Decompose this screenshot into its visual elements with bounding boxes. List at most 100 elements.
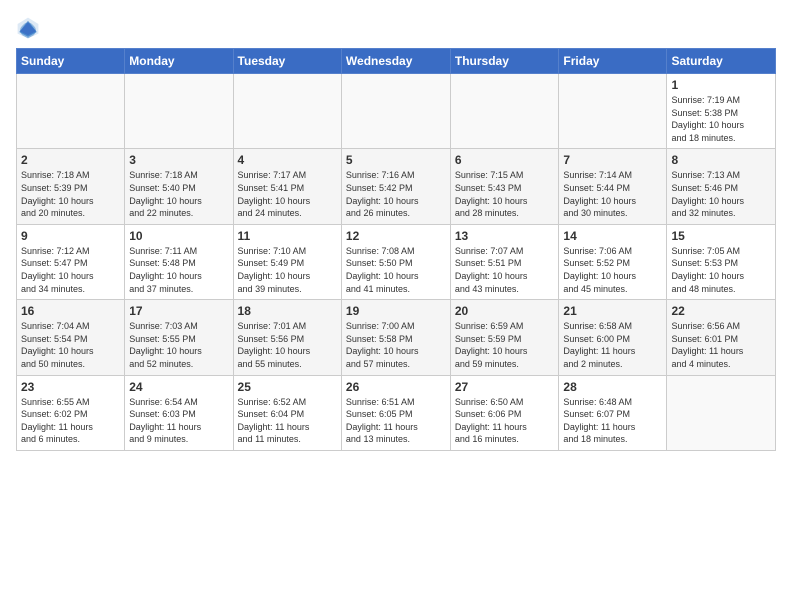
calendar-week-2: 2 Sunrise: 7:18 AM Sunset: 5:39 PM Daylig… xyxy=(17,149,776,224)
day-number: 6 xyxy=(455,153,555,167)
weekday-header-monday: Monday xyxy=(125,49,233,74)
calendar-cell: 10 Sunrise: 7:11 AM Sunset: 5:48 PM Dayli… xyxy=(125,224,233,299)
calendar-cell xyxy=(450,74,559,149)
calendar-week-1: 1 Sunrise: 7:19 AM Sunset: 5:38 PM Daylig… xyxy=(17,74,776,149)
day-info: Sunrise: 7:08 AM Sunset: 5:50 PM Dayligh… xyxy=(346,245,446,295)
calendar-cell: 14 Sunrise: 7:06 AM Sunset: 5:52 PM Dayli… xyxy=(559,224,667,299)
calendar-cell xyxy=(233,74,341,149)
calendar-cell: 5 Sunrise: 7:16 AM Sunset: 5:42 PM Daylig… xyxy=(341,149,450,224)
day-number: 19 xyxy=(346,304,446,318)
day-number: 8 xyxy=(671,153,771,167)
day-number: 28 xyxy=(563,380,662,394)
day-info: Sunrise: 7:13 AM Sunset: 5:46 PM Dayligh… xyxy=(671,169,771,219)
day-info: Sunrise: 6:55 AM Sunset: 6:02 PM Dayligh… xyxy=(21,396,120,446)
calendar-cell: 21 Sunrise: 6:58 AM Sunset: 6:00 PM Dayli… xyxy=(559,300,667,375)
weekday-header-wednesday: Wednesday xyxy=(341,49,450,74)
day-number: 1 xyxy=(671,78,771,92)
calendar-cell: 20 Sunrise: 6:59 AM Sunset: 5:59 PM Dayli… xyxy=(450,300,559,375)
day-info: Sunrise: 7:16 AM Sunset: 5:42 PM Dayligh… xyxy=(346,169,446,219)
day-info: Sunrise: 7:05 AM Sunset: 5:53 PM Dayligh… xyxy=(671,245,771,295)
logo-icon xyxy=(16,16,40,40)
day-info: Sunrise: 6:56 AM Sunset: 6:01 PM Dayligh… xyxy=(671,320,771,370)
day-info: Sunrise: 7:18 AM Sunset: 5:39 PM Dayligh… xyxy=(21,169,120,219)
calendar-cell: 22 Sunrise: 6:56 AM Sunset: 6:01 PM Dayli… xyxy=(667,300,776,375)
day-info: Sunrise: 6:54 AM Sunset: 6:03 PM Dayligh… xyxy=(129,396,228,446)
day-info: Sunrise: 7:07 AM Sunset: 5:51 PM Dayligh… xyxy=(455,245,555,295)
calendar-cell xyxy=(17,74,125,149)
day-number: 26 xyxy=(346,380,446,394)
page-header xyxy=(16,16,776,40)
day-number: 24 xyxy=(129,380,228,394)
day-info: Sunrise: 7:14 AM Sunset: 5:44 PM Dayligh… xyxy=(563,169,662,219)
logo xyxy=(16,16,42,40)
day-info: Sunrise: 6:48 AM Sunset: 6:07 PM Dayligh… xyxy=(563,396,662,446)
calendar-cell: 1 Sunrise: 7:19 AM Sunset: 5:38 PM Daylig… xyxy=(667,74,776,149)
day-info: Sunrise: 7:19 AM Sunset: 5:38 PM Dayligh… xyxy=(671,94,771,144)
calendar-cell: 26 Sunrise: 6:51 AM Sunset: 6:05 PM Dayli… xyxy=(341,375,450,450)
day-number: 18 xyxy=(238,304,337,318)
day-number: 4 xyxy=(238,153,337,167)
day-number: 20 xyxy=(455,304,555,318)
calendar-cell: 17 Sunrise: 7:03 AM Sunset: 5:55 PM Dayli… xyxy=(125,300,233,375)
calendar-cell: 15 Sunrise: 7:05 AM Sunset: 5:53 PM Dayli… xyxy=(667,224,776,299)
day-number: 7 xyxy=(563,153,662,167)
day-number: 16 xyxy=(21,304,120,318)
calendar-cell: 23 Sunrise: 6:55 AM Sunset: 6:02 PM Dayli… xyxy=(17,375,125,450)
day-number: 3 xyxy=(129,153,228,167)
day-info: Sunrise: 7:01 AM Sunset: 5:56 PM Dayligh… xyxy=(238,320,337,370)
calendar-cell: 24 Sunrise: 6:54 AM Sunset: 6:03 PM Dayli… xyxy=(125,375,233,450)
calendar-cell: 4 Sunrise: 7:17 AM Sunset: 5:41 PM Daylig… xyxy=(233,149,341,224)
day-info: Sunrise: 7:17 AM Sunset: 5:41 PM Dayligh… xyxy=(238,169,337,219)
calendar-cell: 6 Sunrise: 7:15 AM Sunset: 5:43 PM Daylig… xyxy=(450,149,559,224)
calendar-cell: 16Sunrise: 7:04 AM Sunset: 5:54 PM Dayli… xyxy=(17,300,125,375)
day-number: 12 xyxy=(346,229,446,243)
day-info: Sunrise: 7:06 AM Sunset: 5:52 PM Dayligh… xyxy=(563,245,662,295)
calendar-cell: 19 Sunrise: 7:00 AM Sunset: 5:58 PM Dayli… xyxy=(341,300,450,375)
weekday-header-saturday: Saturday xyxy=(667,49,776,74)
day-number: 10 xyxy=(129,229,228,243)
day-info: Sunrise: 6:51 AM Sunset: 6:05 PM Dayligh… xyxy=(346,396,446,446)
day-info: Sunrise: 7:03 AM Sunset: 5:55 PM Dayligh… xyxy=(129,320,228,370)
calendar-cell: 3 Sunrise: 7:18 AM Sunset: 5:40 PM Daylig… xyxy=(125,149,233,224)
day-number: 9 xyxy=(21,229,120,243)
calendar-table: SundayMondayTuesdayWednesdayThursdayFrid… xyxy=(16,48,776,451)
day-info: Sunrise: 7:10 AM Sunset: 5:49 PM Dayligh… xyxy=(238,245,337,295)
day-info: Sunrise: 7:00 AM Sunset: 5:58 PM Dayligh… xyxy=(346,320,446,370)
calendar-cell: 9 Sunrise: 7:12 AM Sunset: 5:47 PM Daylig… xyxy=(17,224,125,299)
calendar-cell: 7 Sunrise: 7:14 AM Sunset: 5:44 PM Daylig… xyxy=(559,149,667,224)
calendar-cell: 8 Sunrise: 7:13 AM Sunset: 5:46 PM Daylig… xyxy=(667,149,776,224)
day-number: 17 xyxy=(129,304,228,318)
calendar-week-3: 9 Sunrise: 7:12 AM Sunset: 5:47 PM Daylig… xyxy=(17,224,776,299)
calendar-cell: 18 Sunrise: 7:01 AM Sunset: 5:56 PM Dayli… xyxy=(233,300,341,375)
calendar-cell: 13 Sunrise: 7:07 AM Sunset: 5:51 PM Dayli… xyxy=(450,224,559,299)
day-info: Sunrise: 7:12 AM Sunset: 5:47 PM Dayligh… xyxy=(21,245,120,295)
calendar-week-4: 16Sunrise: 7:04 AM Sunset: 5:54 PM Dayli… xyxy=(17,300,776,375)
weekday-header-friday: Friday xyxy=(559,49,667,74)
calendar-cell: 2 Sunrise: 7:18 AM Sunset: 5:39 PM Daylig… xyxy=(17,149,125,224)
day-info: Sunrise: 7:18 AM Sunset: 5:40 PM Dayligh… xyxy=(129,169,228,219)
weekday-header-thursday: Thursday xyxy=(450,49,559,74)
day-info: Sunrise: 6:58 AM Sunset: 6:00 PM Dayligh… xyxy=(563,320,662,370)
day-number: 25 xyxy=(238,380,337,394)
calendar-cell xyxy=(667,375,776,450)
day-number: 23 xyxy=(21,380,120,394)
calendar-cell: 28 Sunrise: 6:48 AM Sunset: 6:07 PM Dayli… xyxy=(559,375,667,450)
calendar-cell xyxy=(341,74,450,149)
day-info: Sunrise: 7:11 AM Sunset: 5:48 PM Dayligh… xyxy=(129,245,228,295)
day-number: 14 xyxy=(563,229,662,243)
day-info: Sunrise: 7:15 AM Sunset: 5:43 PM Dayligh… xyxy=(455,169,555,219)
calendar-cell: 25 Sunrise: 6:52 AM Sunset: 6:04 PM Dayli… xyxy=(233,375,341,450)
day-number: 21 xyxy=(563,304,662,318)
day-info: Sunrise: 6:59 AM Sunset: 5:59 PM Dayligh… xyxy=(455,320,555,370)
day-number: 5 xyxy=(346,153,446,167)
day-number: 13 xyxy=(455,229,555,243)
calendar-cell: 11Sunrise: 7:10 AM Sunset: 5:49 PM Dayli… xyxy=(233,224,341,299)
day-number: 2 xyxy=(21,153,120,167)
weekday-header-tuesday: Tuesday xyxy=(233,49,341,74)
calendar-cell xyxy=(125,74,233,149)
calendar-cell: 12 Sunrise: 7:08 AM Sunset: 5:50 PM Dayli… xyxy=(341,224,450,299)
day-number: 22 xyxy=(671,304,771,318)
day-info: Sunrise: 6:52 AM Sunset: 6:04 PM Dayligh… xyxy=(238,396,337,446)
day-number: 15 xyxy=(671,229,771,243)
weekday-header-sunday: Sunday xyxy=(17,49,125,74)
